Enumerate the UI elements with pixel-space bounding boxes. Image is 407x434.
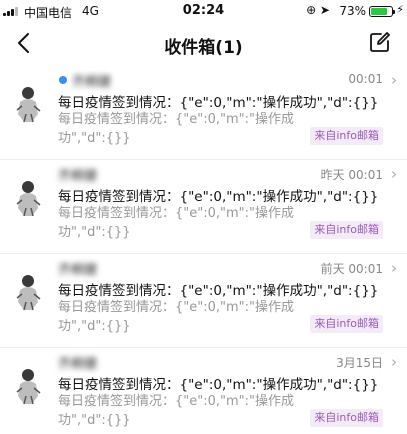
source-tag: 来自info邮箱 [310, 127, 383, 145]
sender-name: 齐桐健 [58, 169, 98, 184]
mail-list-item[interactable]: 齐桐健 前天 00:01 › 每日疫情签到情况：{"e":0,"m":"操作成功… [0, 254, 407, 348]
sender-name: 齐桐健 [58, 263, 98, 278]
mail-subject: 每日疫情签到情况：{"e":0,"m":"操作成功","d":{}} [58, 189, 379, 205]
chevron-right-icon: › [391, 71, 397, 89]
status-bar: 中国电信 4G 02:24 ⊕ ➤ 73% ⚡ [0, 0, 407, 22]
sender-name: 齐桐健 [72, 75, 112, 90]
battery-icon [369, 6, 395, 17]
unread-dot [59, 76, 67, 84]
mail-list-item[interactable]: 齐桐健 昨天 00:01 › 每日疫情签到情况：{"e":0,"m":"操作成功… [0, 160, 407, 254]
mail-preview: 每日疫情签到情况：{"e":0,"m":"操作成功","d":{}} [58, 300, 294, 334]
mail-list: 齐桐健 00:01 › 每日疫情签到情况：{"e":0,"m":"操作成功","… [0, 66, 407, 434]
source-tag: 来自info邮箱 [310, 221, 383, 239]
avatar-figure-icon [16, 181, 41, 217]
sender-name: 齐桐健 [58, 357, 98, 372]
avatar [14, 272, 44, 312]
mail-date: 前天 00:01 [320, 262, 383, 276]
mail-subject: 每日疫情签到情况：{"e":0,"m":"操作成功","d":{}} [58, 95, 379, 111]
mail-subject: 每日疫情签到情况：{"e":0,"m":"操作成功","d":{}} [58, 283, 379, 299]
mail-subject: 每日疫情签到情况：{"e":0,"m":"操作成功","d":{}} [58, 377, 379, 393]
avatar [14, 84, 44, 124]
page-title: 收件箱(1) [164, 38, 243, 58]
compose-icon [370, 32, 390, 52]
avatar-figure-icon [16, 87, 41, 123]
avatar-figure-icon [16, 369, 41, 405]
mail-preview: 每日疫情签到情况：{"e":0,"m":"操作成功","d":{}} [58, 112, 294, 146]
avatar [14, 178, 44, 218]
chevron-right-icon: › [391, 259, 397, 277]
battery-percent: 73% [339, 4, 366, 18]
mail-preview: 每日疫情签到情况：{"e":0,"m":"操作成功","d":{}} [58, 394, 294, 428]
mail-preview: 每日疫情签到情况：{"e":0,"m":"操作成功","d":{}} [58, 206, 294, 240]
location-lock-icons: ⊕ ➤ [306, 3, 330, 17]
mail-date: 00:01 [348, 72, 383, 86]
chevron-right-icon: › [391, 165, 397, 183]
avatar [14, 366, 44, 406]
mail-list-item[interactable]: 齐桐健 00:01 › 每日疫情签到情况：{"e":0,"m":"操作成功","… [0, 66, 407, 160]
avatar-figure-icon [16, 275, 41, 311]
mail-list-item[interactable]: 齐桐健 3月15日 › 每日疫情签到情况：{"e":0,"m":"操作成功","… [0, 348, 407, 434]
mail-date: 3月15日 [336, 356, 383, 370]
battery-fill [371, 8, 388, 15]
compose-button[interactable] [369, 31, 391, 53]
charging-icon: ⚡ [396, 3, 404, 16]
source-tag: 来自info邮箱 [310, 409, 383, 427]
nav-bar: 收件箱(1) [0, 22, 407, 66]
mail-date: 昨天 00:01 [320, 168, 383, 182]
chevron-right-icon: › [391, 353, 397, 371]
source-tag: 来自info邮箱 [310, 315, 383, 333]
